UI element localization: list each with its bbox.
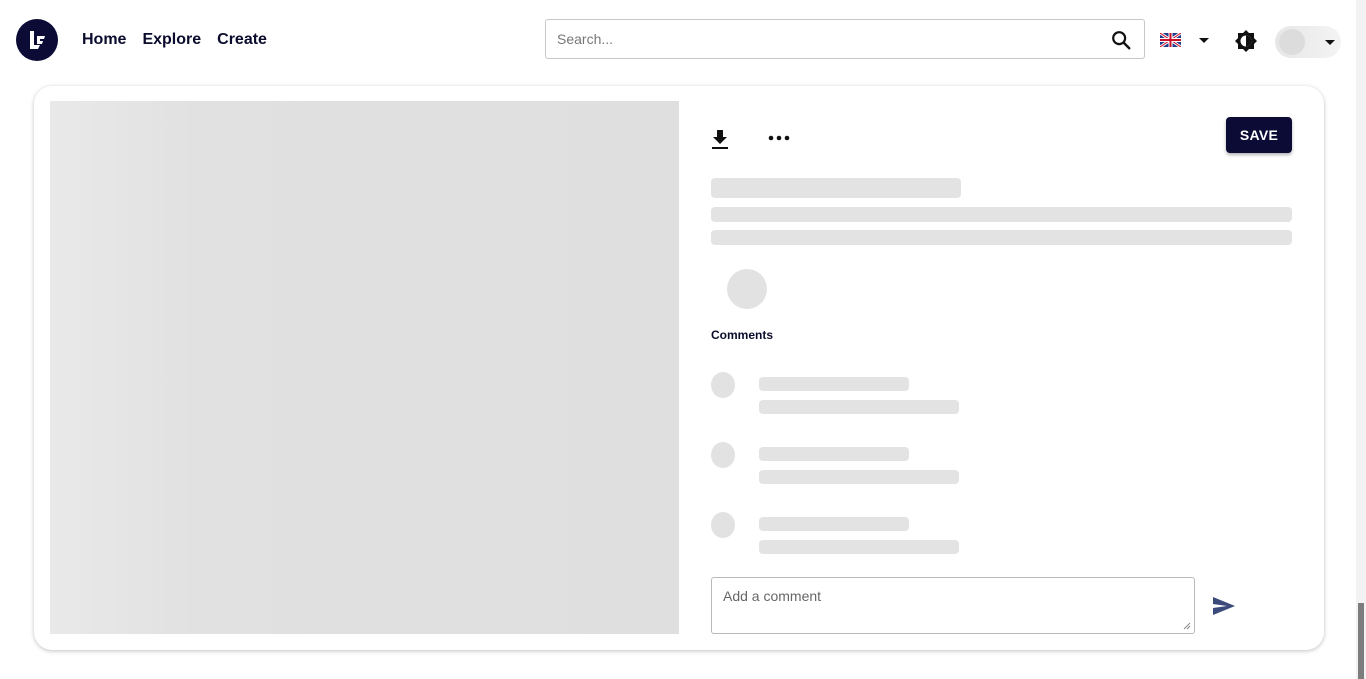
author-avatar-skeleton [727, 269, 767, 309]
avatar [1279, 29, 1305, 55]
page-scrollbar[interactable] [1356, 0, 1366, 679]
uk-flag-icon [1160, 33, 1181, 47]
search-input[interactable] [546, 20, 1086, 58]
logo-icon[interactable] [16, 19, 58, 61]
comment-text-skeleton [759, 470, 959, 484]
more-horizontal-icon[interactable] [768, 133, 790, 143]
search-icon[interactable] [1110, 29, 1132, 51]
comment-box [711, 577, 1195, 634]
send-icon[interactable] [1212, 596, 1236, 616]
comment-input[interactable] [712, 578, 1194, 633]
comment-text-skeleton [759, 400, 959, 414]
comment-avatar-skeleton [711, 442, 735, 468]
post-card: SAVE Comments [34, 86, 1324, 650]
search-bar [545, 19, 1145, 59]
download-icon[interactable] [710, 128, 730, 150]
comments-heading: Comments [711, 328, 774, 342]
scrollbar-thumb[interactable] [1358, 603, 1364, 679]
save-button[interactable]: SAVE [1226, 117, 1292, 153]
chevron-down-icon [1199, 37, 1209, 43]
nav-home[interactable]: Home [82, 31, 126, 49]
chevron-down-icon [1325, 39, 1335, 45]
language-selector[interactable] [1160, 33, 1209, 47]
description-skeleton-line [711, 230, 1292, 245]
comment-name-skeleton [759, 517, 909, 531]
resize-handle-icon[interactable] [1183, 622, 1191, 630]
nav-create[interactable]: Create [217, 31, 267, 49]
post-image-placeholder [50, 101, 679, 634]
description-skeleton-line [711, 207, 1292, 222]
comment-avatar-skeleton [711, 512, 735, 538]
nav-explore[interactable]: Explore [142, 31, 201, 49]
top-navbar: Home Explore Create [0, 0, 1356, 80]
comment-name-skeleton [759, 377, 909, 391]
brightness-icon[interactable] [1234, 29, 1258, 53]
comment-avatar-skeleton [711, 372, 735, 398]
comment-name-skeleton [759, 447, 909, 461]
comment-text-skeleton [759, 540, 959, 554]
title-skeleton [711, 178, 961, 198]
user-menu[interactable] [1275, 26, 1341, 58]
main-nav: Home Explore Create [82, 31, 267, 49]
